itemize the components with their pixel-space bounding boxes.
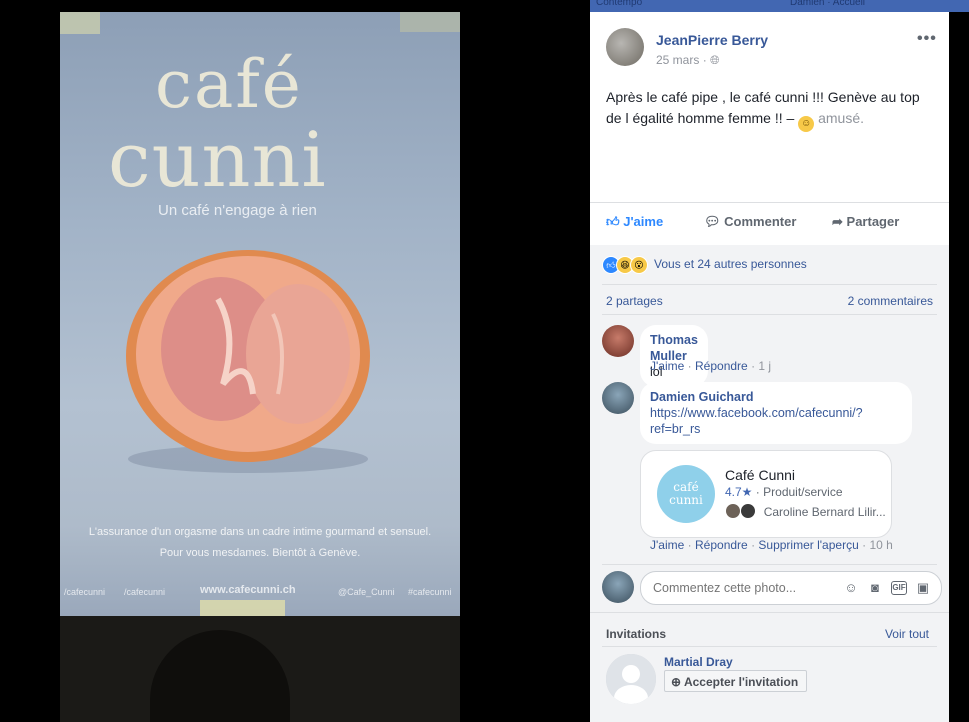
comment-reply-link[interactable]: Répondre	[695, 359, 748, 373]
separator-dot: ·	[687, 538, 695, 552]
separator-dot: ·	[702, 53, 711, 67]
comment-input-box[interactable]: ☺ ◙ GIF ▣	[640, 571, 942, 605]
post-date[interactable]: 25 mars	[656, 53, 699, 67]
poster-footer-instagram: /cafecunni	[124, 587, 166, 597]
grapefruit-image	[126, 250, 370, 473]
comment-actions: J'aime · Répondre · Supprimer l'aperçu ·…	[650, 538, 893, 552]
poster-body-line2: Pour vous mesdames. Bientôt à Genève.	[159, 547, 361, 559]
post-message: Après le café pipe , le café cunni !!! G…	[606, 89, 920, 126]
post-panel: JeanPierre Berry 25 mars · 🌐︎ ••• Après …	[590, 12, 949, 722]
comment-link-line1[interactable]: https://www.facebook.com/cafecunni/?	[650, 405, 902, 421]
divider-invite-header	[602, 646, 937, 647]
tape-bottom	[200, 600, 285, 616]
topbar-faint-text: Contempo	[596, 0, 643, 8]
separator-dot: ·	[687, 359, 695, 373]
comment-bubble: Thomas Muller lol	[640, 325, 708, 387]
share-button[interactable]: ➦ Partager	[832, 214, 899, 230]
poster-tagline: Un café n'engage à rien	[158, 202, 317, 219]
poster-brand-cafe: café	[155, 46, 303, 123]
divider-invitations	[590, 612, 949, 613]
friend-avatar	[725, 503, 741, 519]
tape-top-right	[400, 12, 460, 32]
comment-like-link[interactable]: J'aime	[650, 359, 684, 373]
card-rating: 4.7★	[725, 485, 753, 499]
comments-count[interactable]: 2 commentaires	[848, 294, 933, 308]
card-category: Produit/service	[763, 485, 843, 499]
like-label: J'aime	[623, 214, 664, 229]
invitee-name[interactable]: Martial Dray	[664, 655, 733, 669]
accept-invitation-button[interactable]: ⊕ Accepter l'invitation	[664, 670, 808, 692]
card-friends: Caroline Bernard Lilir...	[725, 503, 886, 519]
topbar-faint-nav: Damien · Accueil	[790, 0, 866, 8]
commenter-name[interactable]: Damien Guichard	[650, 389, 902, 405]
photo-viewer[interactable]: café cunni Un café n'engage à rien L'ass…	[0, 0, 590, 722]
poster-body-line1: L'assurance d'un orgasme dans un cadre i…	[88, 526, 432, 538]
share-label: Partager	[846, 214, 900, 229]
sticker-icon[interactable]: ▣	[915, 580, 931, 596]
comment-input[interactable]	[651, 580, 835, 596]
see-all-link[interactable]: Voir tout	[885, 627, 929, 641]
share-icon: ➦	[832, 214, 843, 229]
poster-photo: café cunni Un café n'engage à rien L'ass…	[60, 12, 460, 616]
more-options-icon[interactable]: •••	[917, 30, 937, 48]
comment-button[interactable]: 💬︎ Commenter	[704, 214, 796, 230]
divider-stats	[602, 314, 937, 315]
poster-footer-twitter: @Cafe_Cunni	[338, 587, 395, 597]
wow-reaction-icon: 😮︎	[630, 256, 648, 274]
link-preview-card[interactable]: café cunni Café Cunni 4.7★ · Produit/ser…	[640, 450, 892, 538]
gif-icon[interactable]: GIF	[891, 581, 907, 595]
default-avatar-icon	[606, 654, 656, 704]
current-user-avatar	[602, 571, 634, 603]
divider-reactions	[602, 284, 937, 285]
comment-time[interactable]: 10 h	[869, 538, 892, 552]
comment-link-line2[interactable]: ref=br_rs	[650, 421, 902, 437]
comment-label: Commenter	[724, 214, 797, 229]
camera-icon[interactable]: ◙	[867, 580, 883, 596]
invitations-title: Invitations	[606, 627, 667, 641]
comment-like-link[interactable]: J'aime	[650, 538, 684, 552]
post-meta: 25 mars · 🌐︎	[656, 53, 720, 68]
comment-time[interactable]: 1 j	[758, 359, 771, 373]
invitee-avatar[interactable]	[606, 654, 656, 704]
card-title[interactable]: Café Cunni	[725, 467, 795, 483]
reactions-text[interactable]: Vous et 24 autres personnes	[654, 257, 807, 271]
post-text: Après le café pipe , le café cunni !!! G…	[606, 87, 936, 132]
emoji-icon[interactable]: ☺	[843, 580, 859, 596]
poster-footer-facebook: /cafecunni	[64, 587, 106, 597]
card-subtitle: 4.7★ · Produit/service	[725, 485, 843, 499]
poster-footer-hashtag: #cafecunni	[408, 587, 452, 597]
feeling-label[interactable]: amusé.	[818, 110, 864, 126]
poster-footer: /cafecunni /cafecunni www.cafecunni.ch @…	[60, 584, 460, 602]
globe-icon: 🌐︎	[710, 53, 720, 67]
author-avatar[interactable]	[606, 28, 644, 66]
comment-reply-link[interactable]: Répondre	[695, 538, 748, 552]
comment-bubble: Damien Guichard https://www.facebook.com…	[640, 382, 912, 444]
poster-footer-site: www.cafecunni.ch	[200, 584, 296, 596]
commenter-avatar[interactable]	[602, 382, 634, 414]
commenter-avatar[interactable]	[602, 325, 634, 357]
card-friends-text: Caroline Bernard Lilir...	[763, 505, 886, 519]
tape-top-left	[60, 12, 100, 34]
cafe-cunni-logo: café cunni	[657, 465, 715, 523]
comment-actions: J'aime · Répondre · 1 j	[650, 359, 771, 373]
poster-brand-cunni: cunni	[108, 115, 327, 204]
divider-top	[590, 202, 949, 203]
author-name[interactable]: JeanPierre Berry	[656, 32, 768, 48]
thumbs-up-icon: 👍︎	[606, 214, 620, 229]
comment-icon: 💬︎	[704, 214, 721, 229]
like-button[interactable]: 👍︎ J'aime	[606, 214, 663, 230]
divider-composer	[602, 564, 937, 565]
friend-avatar	[740, 503, 757, 519]
logo-text-line2: cunni	[669, 493, 703, 507]
add-friend-icon: ⊕	[671, 675, 682, 689]
remove-preview-link[interactable]: Supprimer l'aperçu	[758, 538, 858, 552]
top-bar: Contempo Damien · Accueil	[590, 0, 969, 12]
logo-text-line1: café	[673, 480, 699, 494]
accept-invitation-label: Accepter l'invitation	[683, 675, 799, 689]
smiley-icon: ☺	[798, 116, 815, 132]
shares-count[interactable]: 2 partages	[606, 294, 663, 308]
post-actions: 👍︎ J'aime 💬︎ Commenter ➦ Partager	[606, 208, 936, 240]
